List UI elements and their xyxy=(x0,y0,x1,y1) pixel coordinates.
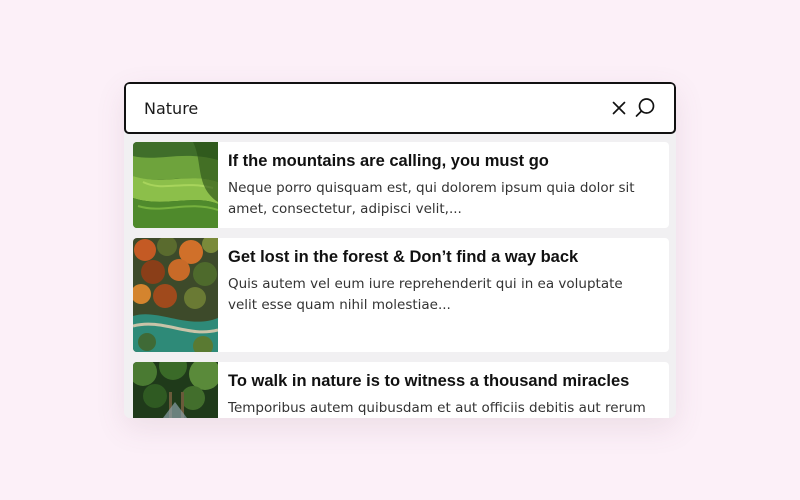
close-icon[interactable] xyxy=(607,96,631,120)
search-input[interactable] xyxy=(144,84,584,132)
result-card[interactable]: Get lost in the forest & Don’t find a wa… xyxy=(133,238,669,352)
result-title: To walk in nature is to witness a thousa… xyxy=(228,372,630,390)
result-description: Neque porro quisquam est, qui dolorem ip… xyxy=(228,180,635,217)
result-description: Quis autem vel eum iure reprehenderit qu… xyxy=(228,276,623,313)
result-title: Get lost in the forest & Don’t find a wa… xyxy=(228,248,579,266)
search-icon[interactable] xyxy=(633,96,657,120)
search-bar xyxy=(124,82,676,134)
result-card[interactable]: To walk in nature is to witness a thousa… xyxy=(133,362,669,418)
result-card[interactable]: If the mountains are calling, you must g… xyxy=(133,142,669,228)
autumn-forest-aerial-photo xyxy=(133,238,218,352)
forest-bridge-photo xyxy=(133,362,218,418)
result-title: If the mountains are calling, you must g… xyxy=(228,152,549,170)
search-results-panel: If the mountains are calling, you must g… xyxy=(124,82,676,418)
result-description: Temporibus autem quibusdam et aut offici… xyxy=(228,400,646,416)
green-hills-photo xyxy=(133,142,218,228)
